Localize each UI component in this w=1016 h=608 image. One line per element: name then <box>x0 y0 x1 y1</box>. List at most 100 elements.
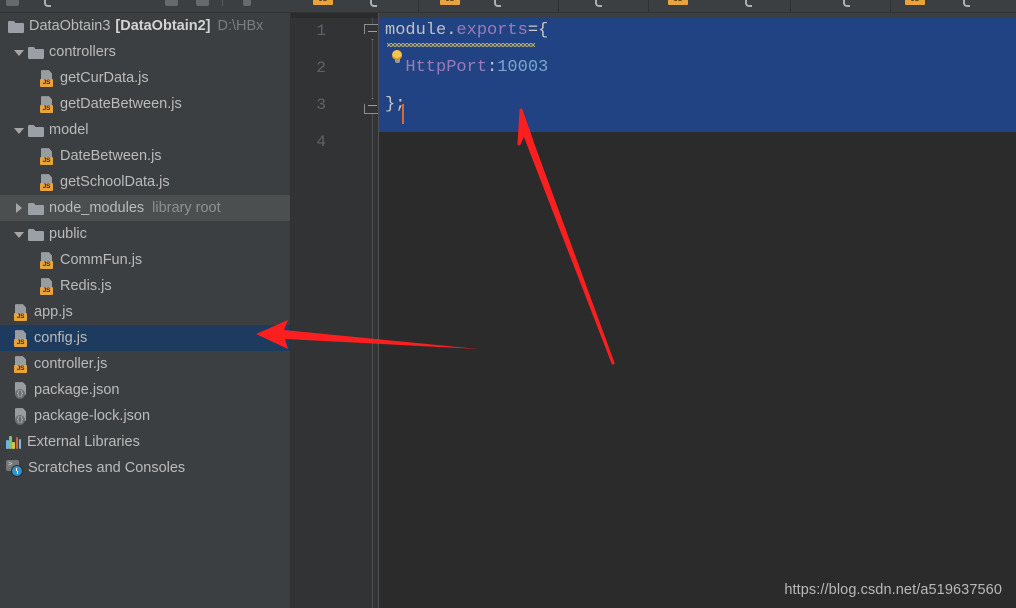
code-token: HttpPort <box>385 58 488 77</box>
tree-item-redis-js[interactable]: JS Redis.js <box>0 273 291 299</box>
toolbar-icon-5[interactable] <box>243 0 251 6</box>
chevron-down-icon[interactable] <box>14 125 25 136</box>
ide-window: JS JS JS JS DataObtain3[DataObtain2] D:\H… <box>0 0 1016 608</box>
tree-item-label: getDateBetween.js <box>60 96 182 113</box>
editor-tab-js-icon-3[interactable]: JS <box>668 0 688 5</box>
line-number-1: 1 <box>316 22 326 40</box>
editor-tab-js-icon-4[interactable]: JS <box>905 0 925 5</box>
code-line-1: module.exports={ <box>385 21 548 41</box>
toolbar-strip: JS JS JS JS <box>0 0 1016 13</box>
editor-tab-js-icon-1[interactable]: JS <box>313 0 333 5</box>
tree-item-label: controllers <box>49 44 116 61</box>
tree-item-scratches-and-consoles[interactable]: Scratches and Consoles <box>0 455 291 481</box>
chevron-right-icon[interactable] <box>14 202 25 214</box>
tree-item-label: public <box>49 226 87 243</box>
project-root-name: DataObtain3 <box>29 18 111 35</box>
tree-item-controllers[interactable]: controllers <box>0 39 291 65</box>
tree-item-package-lock-json[interactable]: {} package-lock.json <box>0 403 291 429</box>
tree-item-label: controller.js <box>34 356 108 373</box>
tree-item-label: package-lock.json <box>34 408 151 425</box>
js-file-icon: JS <box>40 96 55 114</box>
folder-icon <box>8 20 24 33</box>
code-token: } <box>385 95 396 114</box>
tree-item-package-json[interactable]: {} package.json <box>0 377 291 403</box>
text-caret <box>402 104 404 124</box>
toolbar-icon-1[interactable] <box>6 0 19 6</box>
editor-tab-glyph-6[interactable] <box>963 0 970 7</box>
tree-item-getschooldata-js[interactable]: JS getSchoolData.js <box>0 169 291 195</box>
project-root-path: D:\HBx <box>217 18 264 35</box>
tree-item-getdatebetween-js[interactable]: JS getDateBetween.js <box>0 91 291 117</box>
js-file-icon: JS <box>14 304 29 322</box>
tree-item-config-js[interactable]: JS config.js <box>0 325 291 351</box>
project-root-row[interactable]: DataObtain3 [DataObtain2] D:\HBx <box>0 13 291 39</box>
editor-pane[interactable]: 1 2 3 4 module.exports={ HttpPort:10003 … <box>291 18 1016 608</box>
code-token: module <box>385 21 447 40</box>
tree-item-node-modules[interactable]: node_modules library root <box>0 195 291 221</box>
js-file-icon: JS <box>14 356 29 374</box>
tree-item-label: CommFun.js <box>60 252 143 269</box>
line-number-4: 4 <box>316 133 326 151</box>
js-file-icon: JS <box>40 278 55 296</box>
tree-item-label: DateBetween.js <box>60 148 162 165</box>
code-token: ={ <box>527 21 549 40</box>
js-file-icon: JS <box>40 70 55 88</box>
folder-icon <box>28 124 44 137</box>
editor-tab-glyph-5[interactable] <box>843 0 850 7</box>
editor-tab-glyph-1[interactable] <box>370 0 377 7</box>
tree-item-app-js[interactable]: JS app.js <box>0 299 291 325</box>
chevron-down-icon[interactable] <box>14 47 25 58</box>
external-libraries-icon <box>6 435 22 450</box>
tree-item-label: Scratches and Consoles <box>28 460 186 477</box>
tree-item-getcurdata-js[interactable]: JS getCurData.js <box>0 65 291 91</box>
toolbar-icon-3[interactable] <box>165 0 178 6</box>
js-file-icon: JS <box>40 148 55 166</box>
scratches-icon <box>6 459 23 477</box>
folder-icon <box>28 202 44 215</box>
editor-tab-glyph-3[interactable] <box>595 0 602 7</box>
toolbar-icon-2[interactable] <box>44 0 51 7</box>
editor-tab-js-icon-2[interactable]: JS <box>440 0 460 5</box>
code-token: : <box>487 58 498 77</box>
js-file-icon: JS <box>40 174 55 192</box>
tree-item-datebetween-js[interactable]: JS DateBetween.js <box>0 143 291 169</box>
watermark-text: https://blog.csdn.net/a519637560 <box>784 582 1002 598</box>
tree-item-public[interactable]: public <box>0 221 291 247</box>
tree-item-model[interactable]: model <box>0 117 291 143</box>
code-editor-area[interactable]: module.exports={ HttpPort:10003 }; <box>379 18 1016 608</box>
js-file-icon: JS <box>14 330 29 348</box>
line-number-3: 3 <box>316 96 326 114</box>
project-root-module: [DataObtain2] <box>115 18 211 35</box>
tree-item-label: model <box>49 122 89 139</box>
toolbar-icon-4[interactable] <box>196 0 209 6</box>
warning-squiggle <box>387 43 535 47</box>
tree-item-label: package.json <box>34 382 120 399</box>
folder-icon <box>28 46 44 59</box>
json-file-icon: {} <box>14 408 29 426</box>
tree-item-label: app.js <box>34 304 73 321</box>
code-token: . <box>446 21 457 40</box>
project-tree: controllers JS getCurData.js JS getDateBetwe… <box>0 39 291 481</box>
folder-icon <box>28 228 44 241</box>
code-token: 10003 <box>497 58 549 77</box>
toolbar-separator <box>222 0 223 6</box>
editor-gutter[interactable]: 1 2 3 4 <box>291 18 381 608</box>
tree-item-commfun-js[interactable]: JS CommFun.js <box>0 247 291 273</box>
code-token: exports <box>456 21 528 40</box>
tree-item-hint: library root <box>152 200 221 217</box>
tree-item-external-libraries[interactable]: External Libraries <box>0 429 291 455</box>
tree-item-controller-js[interactable]: JS controller.js <box>0 351 291 377</box>
editor-tab-glyph-4[interactable] <box>745 0 752 7</box>
project-tool-window: DataObtain3 [DataObtain2] D:\HBx controlle… <box>0 13 291 608</box>
tree-item-label: Redis.js <box>60 278 112 295</box>
tree-item-label: node_modules <box>49 200 145 217</box>
line-number-2: 2 <box>316 59 326 77</box>
json-file-icon: {} <box>14 382 29 400</box>
chevron-down-icon[interactable] <box>14 229 25 240</box>
tree-item-label: getSchoolData.js <box>60 174 170 191</box>
js-file-icon: JS <box>40 252 55 270</box>
tree-item-label: getCurData.js <box>60 70 149 87</box>
tree-item-label: External Libraries <box>27 434 140 451</box>
editor-tab-glyph-2[interactable] <box>494 0 501 7</box>
code-line-2: HttpPort:10003 <box>385 58 548 78</box>
